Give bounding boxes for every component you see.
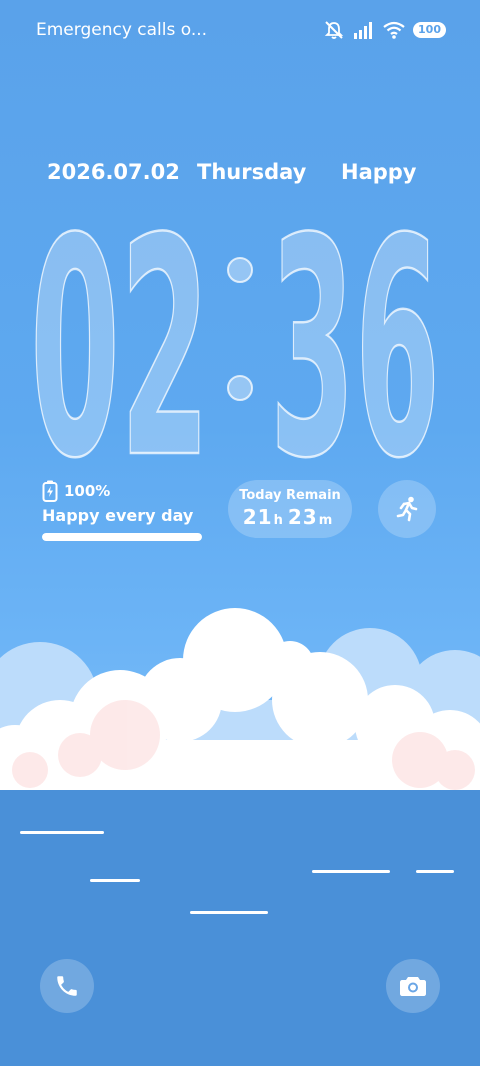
battery-progress-track bbox=[42, 533, 202, 541]
wave-line bbox=[20, 831, 104, 834]
battery-widget[interactable]: 100% Happy every day bbox=[42, 480, 212, 541]
date-text: 2026.07.02 bbox=[47, 160, 180, 184]
battery-progress-fill bbox=[42, 533, 202, 541]
camera-shortcut-button[interactable] bbox=[386, 959, 440, 1013]
status-icons: 100 bbox=[323, 20, 446, 40]
wave-line bbox=[90, 879, 140, 882]
battery-line: 100% bbox=[42, 480, 212, 502]
clock-colon-top bbox=[227, 257, 253, 283]
wave-line bbox=[312, 870, 390, 873]
wifi-icon bbox=[383, 21, 405, 39]
wave-line bbox=[190, 911, 268, 914]
remain-hours-unit: h bbox=[273, 513, 284, 528]
mute-icon bbox=[324, 21, 344, 39]
clock-digits: 02 36 bbox=[30, 195, 441, 465]
battery-status-badge: 100 bbox=[413, 22, 446, 38]
battery-charging-icon bbox=[42, 480, 58, 502]
remain-minutes: 23 bbox=[287, 505, 318, 529]
clock-colon-bottom bbox=[227, 375, 253, 401]
weekday-text: Thursday bbox=[197, 160, 307, 184]
camera-icon bbox=[400, 977, 426, 996]
signal-icon bbox=[354, 22, 373, 39]
remain-minutes-unit: m bbox=[318, 513, 334, 528]
running-shortcut-button[interactable] bbox=[378, 480, 436, 538]
remain-hours: 21 bbox=[242, 505, 273, 529]
sea-area bbox=[0, 790, 480, 1066]
clock-hours: 02 bbox=[30, 195, 210, 465]
today-remain-widget[interactable]: Today Remain 21h 23m bbox=[228, 480, 352, 538]
running-person-icon bbox=[396, 496, 418, 522]
phone-icon bbox=[57, 976, 77, 996]
lockscreen-clock: 02 36 bbox=[30, 195, 441, 465]
battery-percent: 100% bbox=[64, 482, 111, 500]
phone-shortcut-button[interactable] bbox=[40, 959, 94, 1013]
clock-minutes: 36 bbox=[270, 195, 440, 465]
remain-time: 21h 23m bbox=[228, 505, 352, 529]
remain-title: Today Remain bbox=[239, 488, 341, 503]
date-row: 2026.07.02 Thursday Happy bbox=[0, 160, 480, 190]
status-bar: Emergency calls o... 100 bbox=[0, 0, 480, 60]
mood-text: Happy bbox=[341, 160, 417, 184]
wave-line bbox=[416, 870, 454, 873]
carrier-text: Emergency calls o... bbox=[36, 20, 208, 40]
motto-text: Happy every day bbox=[42, 506, 194, 525]
